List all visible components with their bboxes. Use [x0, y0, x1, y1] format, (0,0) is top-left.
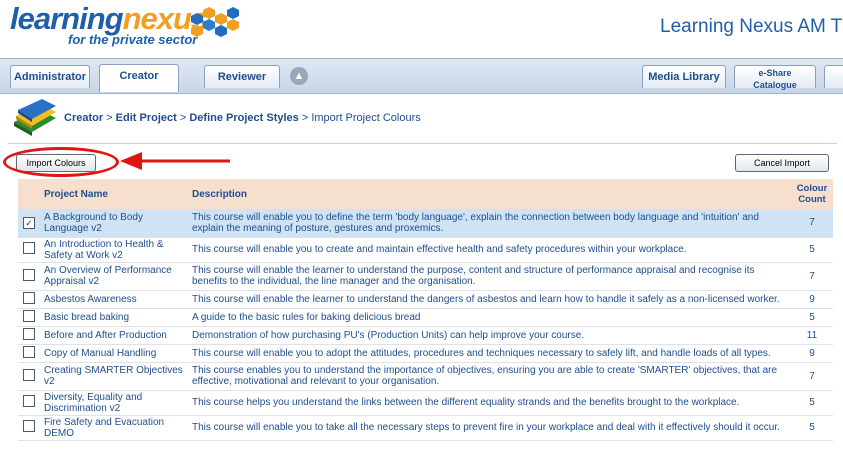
row-colour-count: 9 — [791, 290, 833, 309]
row-project-name[interactable]: Before and After Production — [40, 326, 188, 345]
row-colour-count: 5 — [791, 415, 833, 441]
row-checkbox-cell[interactable] — [18, 390, 40, 416]
breadcrumb-separator: > — [298, 112, 312, 124]
row-colour-count: 5 — [791, 237, 833, 263]
row-project-name[interactable]: A Background to Body Language v2 — [40, 209, 188, 238]
row-colour-count: 5 — [791, 390, 833, 416]
up-arrow-icon[interactable]: ▲ — [290, 67, 308, 85]
row-colour-count: 5 — [791, 308, 833, 327]
row-checkbox[interactable] — [23, 327, 35, 340]
table-row[interactable]: Creating SMARTER Objectives v2 This cours… — [18, 362, 833, 391]
header-colour-count-line2: Count — [798, 194, 826, 205]
table-row[interactable]: Before and After Production Demonstration… — [18, 326, 833, 345]
main-tab-bar: Administrator Creator Reviewer ▲ Media L… — [0, 58, 843, 94]
tab-administrator[interactable]: Administrator — [10, 65, 90, 88]
row-colour-count: 7 — [791, 209, 833, 238]
row-checkbox-cell[interactable] — [18, 308, 40, 327]
table-row[interactable]: Diversity, Equality and Discrimination v… — [18, 390, 833, 416]
row-description: A guide to the basic rules for baking de… — [188, 308, 791, 327]
row-checkbox[interactable] — [23, 345, 35, 358]
row-colour-count: 7 — [791, 262, 833, 291]
row-description: This course helps you understand the lin… — [188, 390, 791, 416]
app-title: Learning Nexus AM T — [660, 16, 843, 37]
row-project-name[interactable]: Basic bread baking — [40, 308, 188, 327]
row-checkbox-cell[interactable] — [18, 290, 40, 309]
row-checkbox[interactable] — [23, 368, 35, 381]
row-project-name[interactable]: Copy of Manual Handling — [40, 344, 188, 363]
row-checkbox-cell[interactable] — [18, 326, 40, 345]
row-description: This course will enable the learner to u… — [188, 290, 791, 309]
logo-wordmark: learningnexus — [10, 1, 208, 36]
learning-nexus-logo[interactable]: learningnexus for the private sector — [10, 1, 208, 48]
tab-reviewer[interactable]: Reviewer — [204, 65, 280, 88]
breadcrumb-separator: > — [103, 112, 116, 124]
row-checkbox-cell[interactable] — [18, 415, 40, 441]
row-description: This course will enable you to define th… — [188, 209, 791, 238]
header-colour-count[interactable]: Colour Count — [791, 179, 833, 209]
books-icon — [14, 99, 56, 136]
table-row[interactable]: An Introduction to Health & Safety at Wo… — [18, 237, 833, 263]
row-description: This course will enable you to create an… — [188, 237, 791, 263]
row-checkbox[interactable] — [23, 309, 35, 322]
projects-table: Project Name Description Colour Count ✓ A … — [18, 179, 833, 441]
table-header-row: Project Name Description Colour Count — [18, 179, 833, 209]
header-select — [18, 179, 40, 209]
section-divider — [8, 143, 837, 144]
row-colour-count: 9 — [791, 344, 833, 363]
row-checkbox[interactable] — [23, 268, 35, 281]
row-project-name[interactable]: Creating SMARTER Objectives v2 — [40, 362, 188, 391]
hexagon-cluster-icon — [191, 7, 239, 37]
annotation-highlight-ellipse — [3, 147, 119, 177]
row-project-name[interactable]: Fire Safety and Evacuation DEMO — [40, 415, 188, 441]
row-description: Demonstration of how purchasing PU's (Pr… — [188, 326, 791, 345]
breadcrumb-define-project-styles[interactable]: Define Project Styles — [189, 112, 298, 124]
breadcrumb-row: Creator > Edit Project > Define Project … — [12, 98, 832, 142]
tab-eshare-label-line1: e-Share — [758, 68, 792, 78]
row-checkbox[interactable]: ✓ — [23, 216, 35, 229]
row-checkbox[interactable] — [23, 420, 35, 432]
breadcrumb-separator: > — [176, 112, 190, 124]
breadcrumb-current: Import Project Colours — [311, 112, 421, 124]
table-row[interactable]: ✓ A Background to Body Language v2 This co… — [18, 209, 833, 238]
row-checkbox[interactable] — [23, 291, 35, 304]
header-project-name[interactable]: Project Name — [40, 179, 188, 209]
row-description: This course will enable the learner to u… — [188, 262, 791, 291]
annotation-arrow-icon — [120, 152, 230, 170]
tab-partial[interactable] — [824, 65, 843, 88]
breadcrumb-edit-project[interactable]: Edit Project — [116, 112, 177, 124]
cancel-import-button[interactable]: Cancel Import — [735, 154, 829, 172]
row-checkbox-cell[interactable] — [18, 344, 40, 363]
row-description: This course will enable you to adopt the… — [188, 344, 791, 363]
row-description: This course enables you to understand th… — [188, 362, 791, 391]
row-project-name[interactable]: Asbestos Awareness — [40, 290, 188, 309]
row-description: This course will enable you to take all … — [188, 415, 791, 441]
table-row[interactable]: An Overview of Performance Appraisal v2 T… — [18, 262, 833, 291]
tab-media-library[interactable]: Media Library — [642, 65, 726, 88]
header-colour-count-line1: Colour — [796, 183, 828, 194]
tab-creator[interactable]: Creator — [99, 64, 179, 92]
breadcrumb-creator[interactable]: Creator — [64, 112, 103, 124]
tab-eshare-catalogue[interactable]: e-Share Catalogue — [734, 65, 816, 90]
table-row[interactable]: Copy of Manual Handling This course will … — [18, 344, 833, 363]
row-checkbox-cell[interactable] — [18, 362, 40, 391]
row-checkbox-cell[interactable] — [18, 262, 40, 291]
row-checkbox-cell[interactable]: ✓ — [18, 209, 40, 238]
row-project-name[interactable]: An Introduction to Health & Safety at Wo… — [40, 237, 188, 263]
table-row[interactable]: Basic bread baking A guide to the basic r… — [18, 308, 833, 327]
row-project-name[interactable]: An Overview of Performance Appraisal v2 — [40, 262, 188, 291]
row-project-name[interactable]: Diversity, Equality and Discrimination v… — [40, 390, 188, 416]
app-header: learningnexus for the private sector Lea… — [0, 0, 843, 58]
row-checkbox[interactable] — [23, 395, 35, 407]
row-colour-count: 7 — [791, 362, 833, 391]
header-description[interactable]: Description — [188, 179, 791, 209]
row-colour-count: 11 — [791, 326, 833, 345]
table-row[interactable]: Fire Safety and Evacuation DEMO This cour… — [18, 415, 833, 441]
row-checkbox-cell[interactable] — [18, 237, 40, 263]
tab-eshare-label-line2: Catalogue — [753, 80, 797, 90]
row-checkbox[interactable] — [23, 242, 35, 254]
breadcrumb: Creator > Edit Project > Define Project … — [64, 112, 421, 124]
table-row[interactable]: Asbestos Awareness This course will enabl… — [18, 290, 833, 309]
